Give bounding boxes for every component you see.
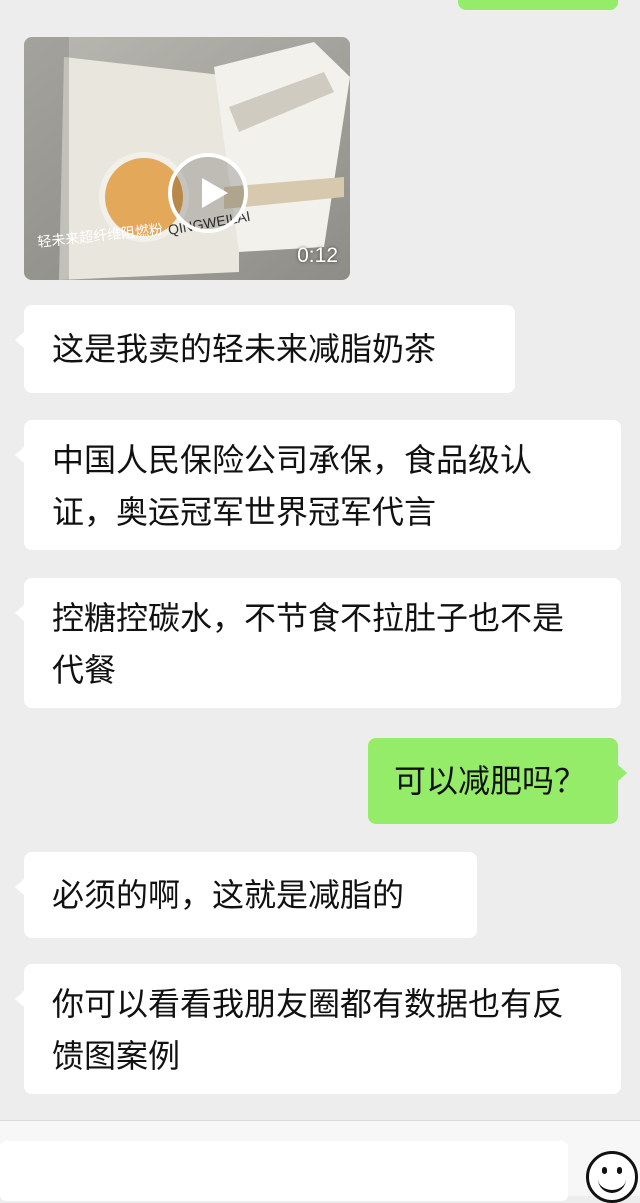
message-bubble-outgoing[interactable]: 可以减肥吗？	[368, 738, 627, 824]
message-bubble-incoming[interactable]: 控糖控碳水，不节食不拉肚子也不是代餐	[15, 578, 621, 708]
message-bubble-incoming[interactable]: 这是我卖的轻未来减脂奶茶	[15, 305, 515, 393]
message-text: 可以减肥吗？	[394, 762, 587, 800]
message-text: 这是我卖的轻未来减脂奶茶	[52, 330, 437, 368]
video-message[interactable]: 轻未来超纤维阻燃粉 QINGWEILAI 0:12	[24, 37, 350, 280]
message-bubble-outgoing-partial[interactable]	[458, 0, 618, 10]
message-bubble-incoming[interactable]: 必须的啊，这就是减脂的	[15, 852, 477, 938]
play-icon[interactable]	[168, 153, 248, 233]
message-text: 中国人民保险公司承保，食品级认证，奥运冠军世界冠军代言	[52, 441, 533, 531]
video-duration: 0:12	[297, 244, 338, 267]
message-text: 必须的啊，这就是减脂的	[52, 876, 405, 914]
message-text: 你可以看看我朋友圈都有数据也有反馈图案例	[52, 985, 565, 1075]
input-bar	[0, 1120, 640, 1203]
smiley-face-icon[interactable]	[586, 1151, 638, 1203]
message-bubble-incoming[interactable]: 你可以看看我朋友圈都有数据也有反馈图案例	[15, 964, 621, 1094]
message-bubble-incoming[interactable]: 中国人民保险公司承保，食品级认证，奥运冠军世界冠军代言	[15, 420, 621, 550]
message-input[interactable]	[0, 1141, 568, 1201]
message-text: 控糖控碳水，不节食不拉肚子也不是代餐	[52, 599, 565, 689]
